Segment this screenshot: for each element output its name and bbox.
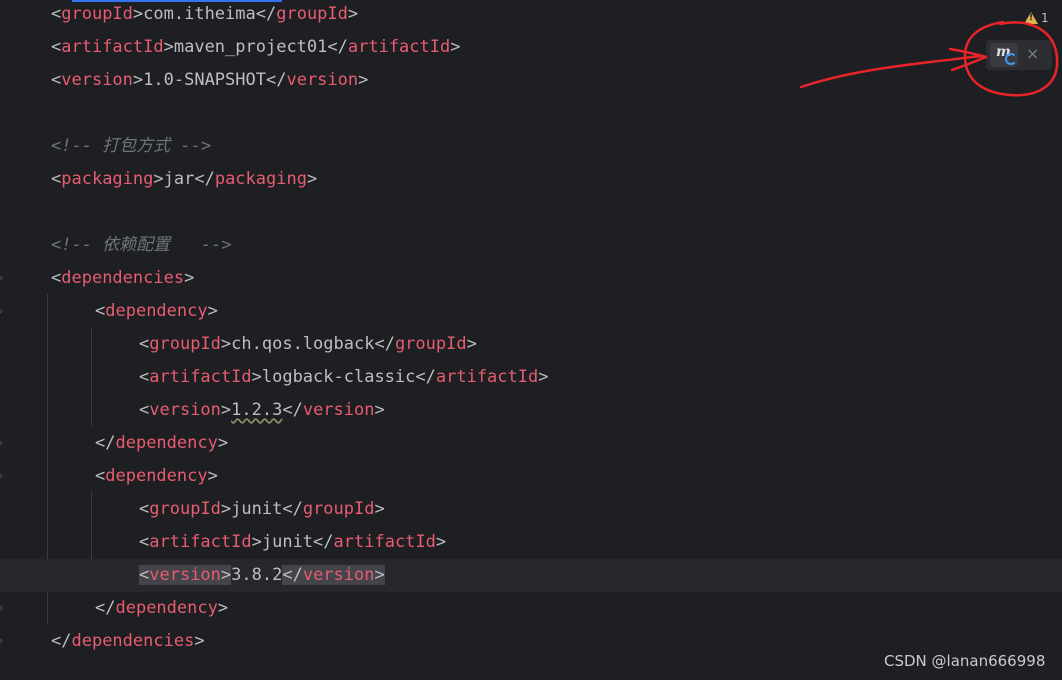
xml-tag: dependencies [71,631,195,651]
xml-value: junit [261,532,314,552]
xml-tag: version [61,70,133,90]
xml-value: 1.0-SNAPSHOT [143,70,266,90]
xml-value: logback-classic [261,367,416,387]
code-line-artifactid[interactable]: <artifactId>maven_project01</artifactId> [0,31,1062,64]
xml-tag: artifactId [347,37,451,57]
xml-tag: dependency [115,433,218,453]
watermark: CSDN @lanan666998 [884,652,1046,670]
warning-count: 1 [1041,11,1049,25]
code-line-groupid[interactable]: <groupId>junit</groupId> [0,493,1062,526]
code-line-version-current[interactable]: <version>3.8.2</version> [0,559,1062,592]
xml-value: maven_project01 [173,37,328,57]
xml-tag: artifactId [149,532,252,552]
xml-value: junit [231,499,283,519]
xml-tag: version [149,565,221,585]
code-line-artifactid[interactable]: <artifactId>logback-classic</artifactId> [0,361,1062,394]
inspection-widget[interactable]: 1 [1024,9,1049,27]
xml-tag: dependency [105,301,208,321]
code-line-artifactid[interactable]: <artifactId>junit</artifactId> [0,526,1062,559]
xml-tag: groupId [149,499,221,519]
xml-value-warning: 1.2.3 [231,400,283,420]
xml-tag: groupId [394,334,467,354]
code-line-dependencies-open[interactable]: <dependencies> [0,262,1062,295]
code-line-version[interactable]: <version>1.2.3</version> [0,394,1062,427]
xml-tag: packaging [61,169,154,189]
code-line-dependency-close[interactable]: </dependency> [0,592,1062,625]
xml-tag: groupId [61,4,133,24]
xml-tag: packaging [214,169,307,189]
xml-tag: version [149,400,221,420]
xml-comment: <!-- 依赖配置 --> [51,235,232,255]
code-line-groupid[interactable]: <groupId>ch.qos.logback</groupId> [0,328,1062,361]
xml-value: com.itheima [143,4,256,24]
code-line-dependency-close[interactable]: </dependency> [0,427,1062,460]
code-line-dependency-open[interactable]: <dependency> [0,295,1062,328]
xml-tag: artifactId [435,367,539,387]
xml-tag: version [286,70,359,90]
maven-reload-button[interactable]: m [990,43,1018,67]
code-line-groupid[interactable]: <groupId>com.itheima</groupId> [0,0,1062,31]
code-line-packaging[interactable]: <packaging>jar</packaging> [0,163,1062,196]
code-editor[interactable]: ◇ ◇ ◇ ◇ ◇ ◇ <groupId>com.itheima</groupI… [0,0,1062,680]
xml-tag: dependencies [61,268,185,288]
xml-tag: dependency [105,466,208,486]
xml-tag: artifactId [149,367,252,387]
xml-tag: version [302,400,375,420]
xml-value: ch.qos.logback [231,334,375,354]
xml-value: jar [163,169,195,189]
code-line-comment[interactable]: <!-- 依赖配置 --> [0,229,1062,262]
xml-tag: groupId [276,4,348,24]
close-icon[interactable]: × [1026,44,1039,64]
xml-comment: <!-- 打包方式 --> [51,136,212,156]
code-line-version[interactable]: <version>1.0-SNAPSHOT</version> [0,64,1062,97]
code-line-comment[interactable]: <!-- 打包方式 --> [0,130,1062,163]
xml-tag: artifactId [61,37,164,57]
xml-tag: groupId [302,499,375,519]
code-line-dependency-open[interactable]: <dependency> [0,460,1062,493]
xml-tag: artifactId [333,532,436,552]
refresh-icon [1005,53,1017,65]
xml-value: 3.8.2 [231,565,283,585]
xml-tag: version [302,565,375,585]
xml-tag: dependency [115,598,218,618]
maven-reload-popup: m × [986,40,1052,70]
warning-triangle-icon [1024,12,1038,24]
xml-tag: groupId [149,334,221,354]
